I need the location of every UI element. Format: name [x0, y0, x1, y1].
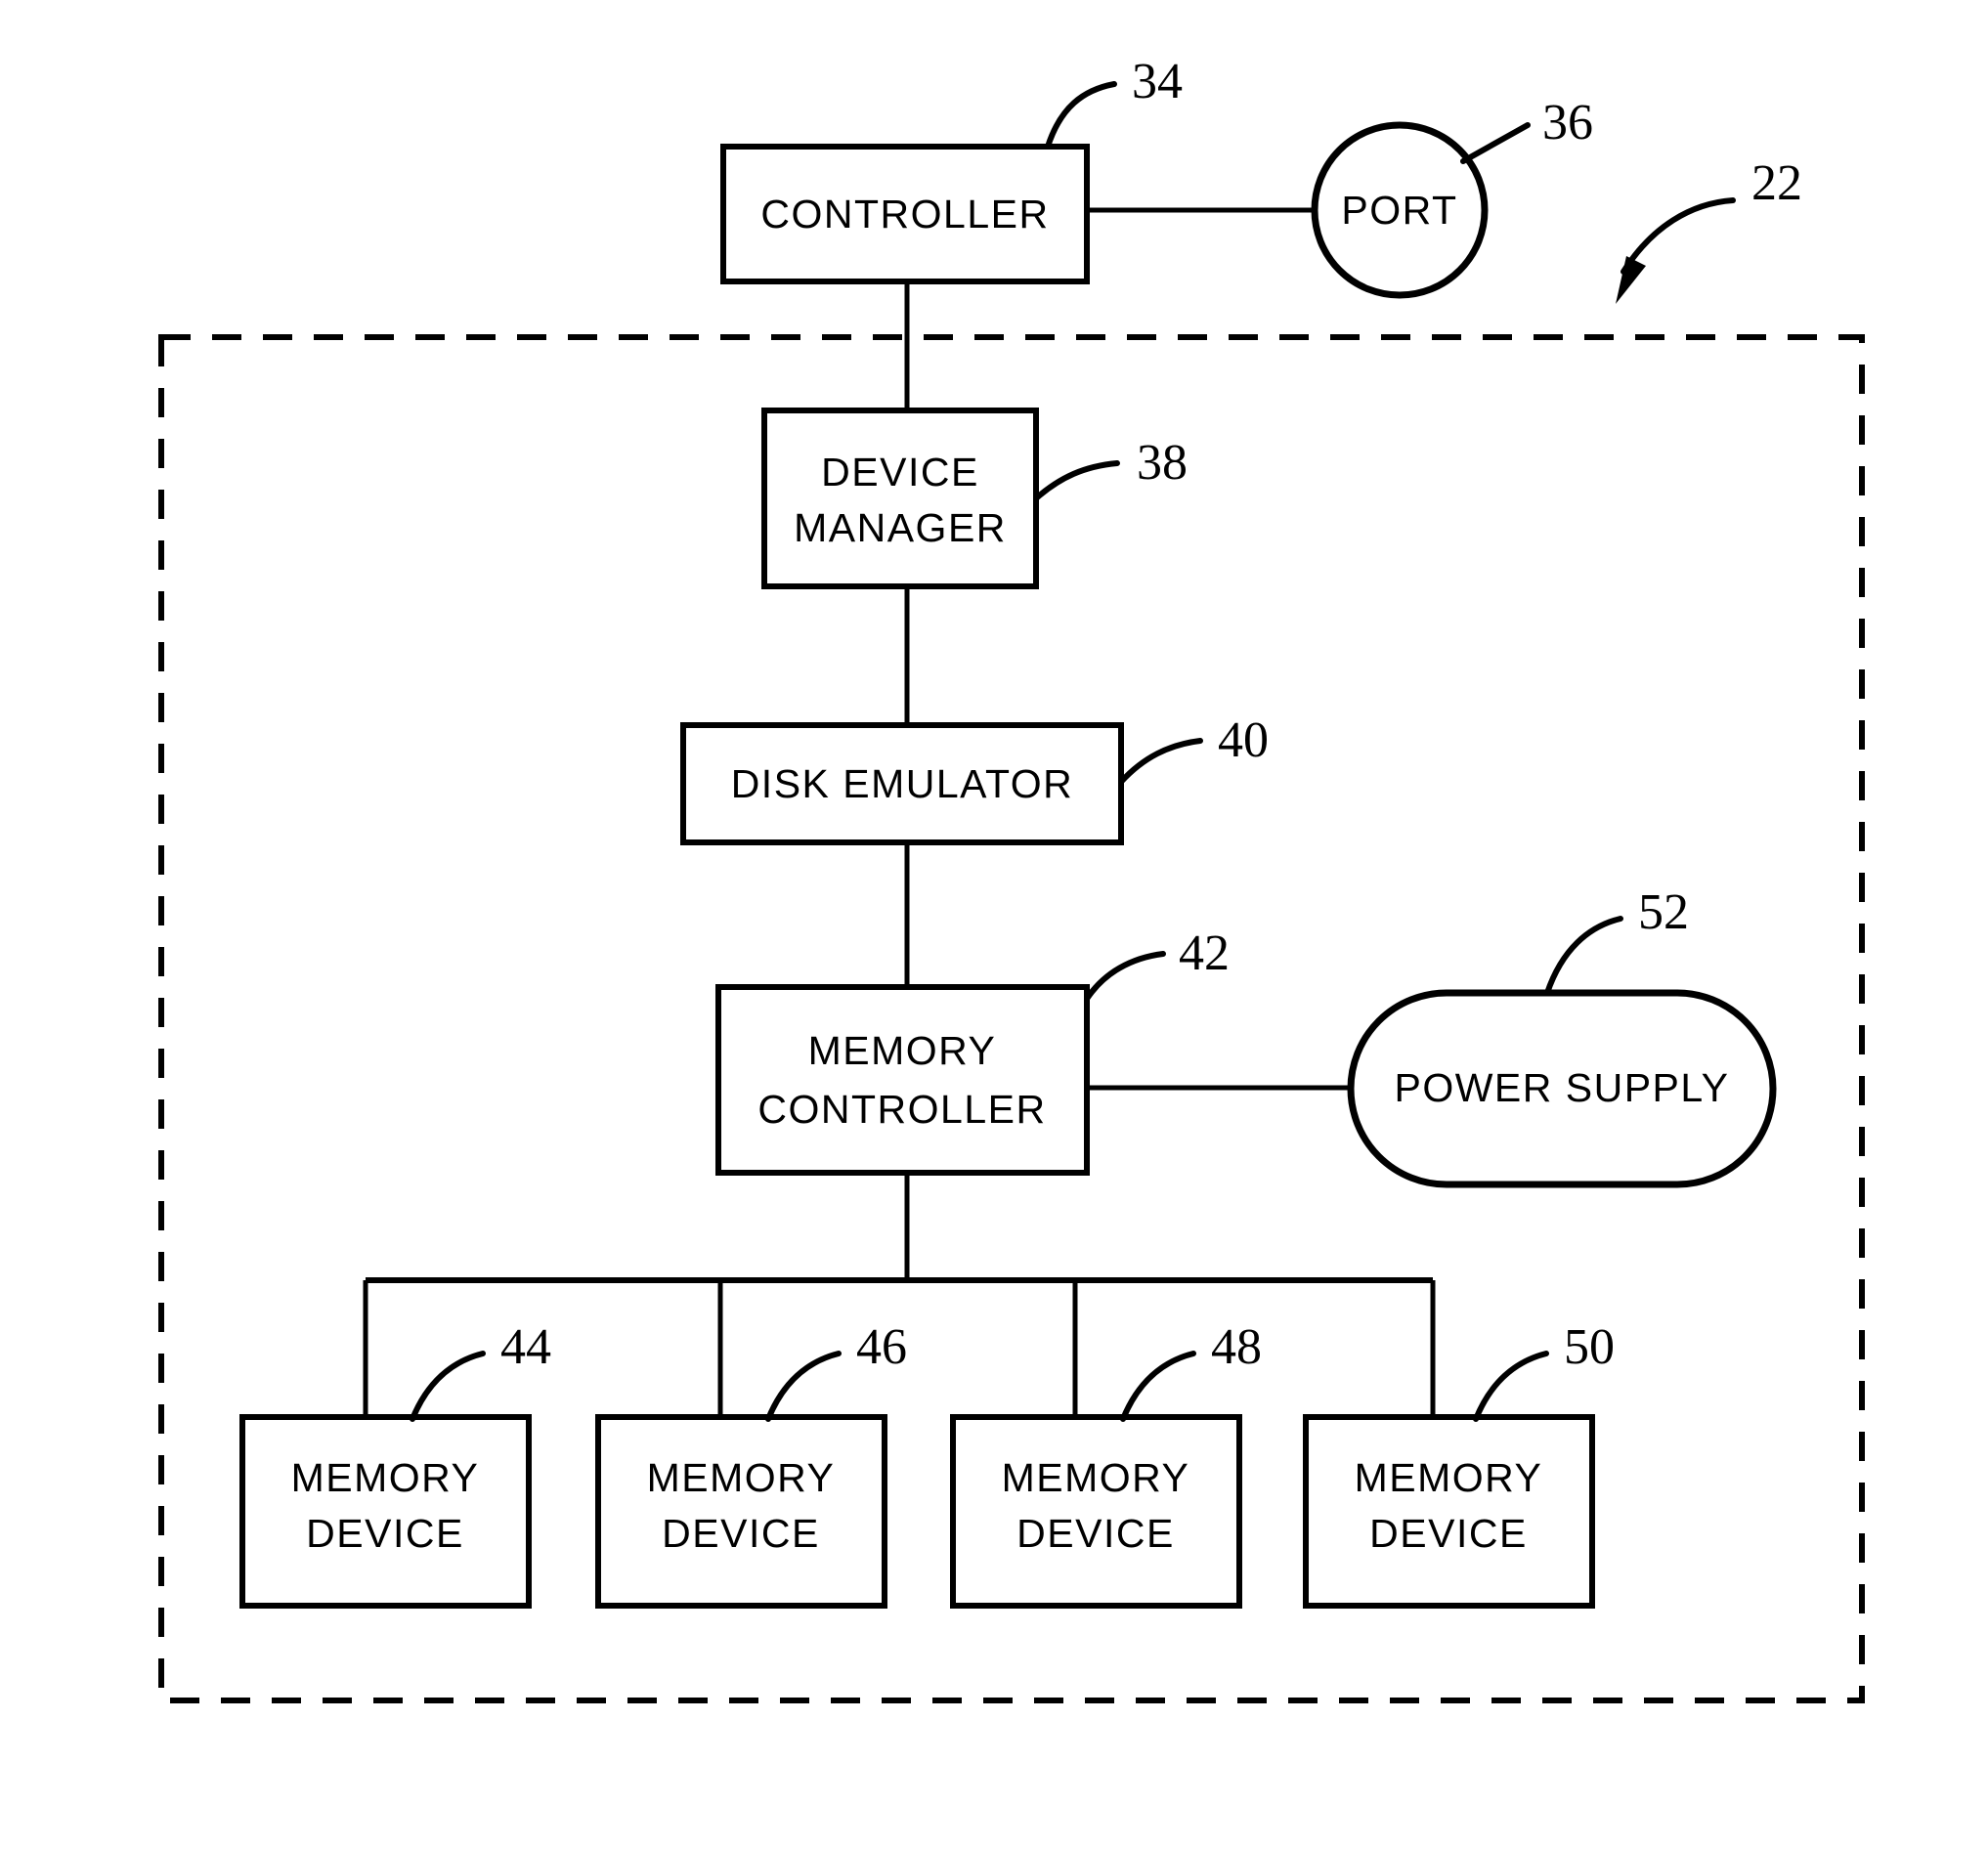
memory-device-44-label-line2: DEVICE: [306, 1511, 464, 1556]
node-memory-device-46: MEMORY DEVICE: [595, 1414, 887, 1609]
ref-46: 46: [856, 1319, 907, 1375]
ref-22: 22: [1751, 155, 1802, 211]
ref-40: 40: [1218, 712, 1269, 768]
ref-36: 36: [1542, 95, 1593, 150]
controller-label: CONTROLLER: [760, 192, 1049, 236]
memory-controller-label-line1: MEMORY: [808, 1028, 997, 1073]
memory-device-50-label-line2: DEVICE: [1369, 1511, 1528, 1556]
ref-34: 34: [1132, 54, 1183, 109]
leader-52: [1544, 916, 1623, 996]
node-power-supply: POWER SUPPLY: [1347, 989, 1777, 1188]
node-memory-device-48: MEMORY DEVICE: [950, 1414, 1242, 1609]
memory-device-44-label-line1: MEMORY: [291, 1455, 480, 1500]
node-device-manager: DEVICE MANAGER: [761, 408, 1039, 589]
memory-device-46-label-line2: DEVICE: [662, 1511, 820, 1556]
memory-device-46-label-line1: MEMORY: [647, 1455, 836, 1500]
device-manager-box: [761, 408, 1039, 589]
node-port: PORT: [1311, 121, 1489, 299]
node-memory-controller: MEMORY CONTROLLER: [715, 984, 1090, 1176]
ref-50: 50: [1564, 1319, 1615, 1375]
node-disk-emulator: DISK EMULATOR: [680, 722, 1124, 845]
leader-46: [765, 1351, 842, 1422]
memory-device-48-label-line2: DEVICE: [1016, 1511, 1175, 1556]
memory-device-48-label-line1: MEMORY: [1002, 1455, 1190, 1500]
leader-48: [1120, 1351, 1196, 1422]
ref-52: 52: [1638, 884, 1689, 940]
memory-controller-label-line2: CONTROLLER: [757, 1087, 1046, 1132]
ref-44: 44: [500, 1319, 551, 1375]
ref-42: 42: [1179, 925, 1230, 981]
node-controller: CONTROLLER: [720, 144, 1090, 284]
port-label: PORT: [1341, 188, 1457, 233]
disk-emulator-label: DISK EMULATOR: [731, 761, 1074, 806]
power-supply-label: POWER SUPPLY: [1394, 1065, 1729, 1110]
node-memory-device-50: MEMORY DEVICE: [1303, 1414, 1595, 1609]
leader-40: [1118, 738, 1203, 785]
ref-38: 38: [1137, 435, 1188, 491]
memory-controller-box: [715, 984, 1090, 1176]
device-manager-label-line1: DEVICE: [821, 450, 979, 494]
diagram-canvas: CONTROLLER 34 PORT 36 22 DEVICE MANAGER …: [158, 54, 1865, 1703]
leader-36: [1460, 122, 1531, 164]
leader-38: [1033, 460, 1120, 501]
device-manager-label-line2: MANAGER: [794, 505, 1007, 550]
leader-50: [1473, 1351, 1549, 1422]
leader-22-arrow: [1621, 197, 1736, 275]
leader-42: [1084, 951, 1166, 1002]
leader-22-arrowhead: [1616, 256, 1646, 304]
memory-device-50-label-line1: MEMORY: [1355, 1455, 1543, 1500]
patent-figure: CONTROLLER 34 PORT 36 22 DEVICE MANAGER …: [0, 0, 1988, 1849]
ref-48: 48: [1211, 1319, 1262, 1375]
leader-44: [410, 1351, 486, 1422]
node-memory-device-44: MEMORY DEVICE: [239, 1414, 532, 1609]
leader-34: [1045, 81, 1117, 150]
